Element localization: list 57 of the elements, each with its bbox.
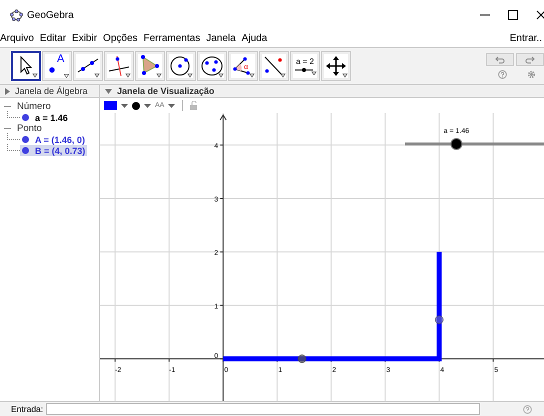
perpendicular-lines-icon [107,54,131,78]
tool-button[interactable]: A [42,51,72,81]
algebra-item[interactable]: B = (4, 0.73) [20,145,88,156]
triangle-icon [138,54,162,78]
collapse-toggle-icon[interactable] [4,103,11,110]
caret-icon[interactable] [144,104,151,108]
menu-item[interactable]: Ajuda [242,33,268,44]
undo-icon [495,56,505,64]
algebra-item[interactable]: a = 1.46 [20,112,70,123]
move-arrows-icon [324,54,348,78]
point[interactable] [434,316,444,324]
login-link[interactable]: Entrar.. [510,33,542,44]
menu-item[interactable]: Exibir [72,33,98,44]
point-label: A [57,54,64,65]
algebra-panel-header[interactable]: Janela de Álgebra [0,85,99,98]
panel-title: Janela de Álgebra [15,86,88,96]
menu-item[interactable]: Editar [40,33,66,44]
menu-item[interactable]: Arquivo [0,33,34,44]
menu-item[interactable]: Opções [103,33,138,44]
slider-track[interactable] [405,138,544,150]
point-icon [49,67,55,73]
caret-icon[interactable] [121,104,128,108]
slider-label: a = 2 [296,57,314,67]
point-style-icon[interactable] [132,102,140,110]
input-field[interactable] [46,403,480,415]
panel-title: Janela de Visualização [117,86,214,96]
caret-icon[interactable] [168,104,176,108]
slider-thumb[interactable] [450,138,462,150]
undo-button[interactable] [486,53,514,66]
collapse-toggle-icon[interactable] [4,125,11,132]
point[interactable] [298,354,306,364]
redo-icon [525,56,535,64]
angle-icon [231,54,255,78]
circle-icon [169,54,193,78]
caret-icon [105,88,112,94]
input-label: Entrada: [11,404,44,414]
reflect-icon [262,54,286,78]
maximize-icon[interactable] [508,10,518,20]
window-title: GeoGebra [27,10,74,20]
redo-button[interactable] [516,53,544,66]
expand-arrow-icon [5,88,10,94]
tool-button[interactable] [11,51,41,81]
ellipse-icon [200,54,224,78]
tool-button[interactable]: a = 2 [290,51,320,81]
menu-item[interactable]: Ferramentas [144,33,200,44]
graphics-panel-header[interactable]: Janela de Visualização [100,85,544,98]
slider-icon [293,67,317,75]
settings-icon[interactable] [527,70,536,79]
category-label: Número [17,101,51,112]
color-swatch[interactable] [104,101,117,110]
help-icon[interactable] [498,70,507,79]
algebra-item[interactable]: A = (1.46, 0) [20,134,87,145]
app-logo-icon [10,8,23,22]
dropdown-triangle-icon [64,74,69,78]
menu-item[interactable]: Janela [206,33,236,44]
close-icon[interactable] [536,10,544,20]
category-label: Ponto [17,123,42,134]
